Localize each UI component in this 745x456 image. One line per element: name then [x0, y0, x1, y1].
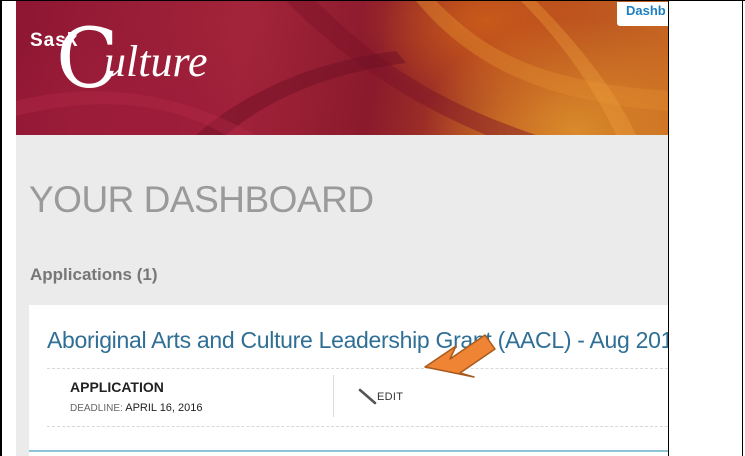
page-title: YOUR DASHBOARD — [29, 179, 374, 220]
application-label: APPLICATION — [70, 379, 164, 395]
browser-viewport: Sask C ulture Dashb YOUR DASHBOARD Appli… — [16, 1, 668, 456]
card-divider-bottom — [47, 426, 668, 427]
deadline-label: DEADLINE: — [70, 403, 123, 414]
application-card: Aboriginal Arts and Culture Leadership G… — [29, 305, 668, 456]
card-bottom-border — [29, 450, 668, 452]
frame-divider — [668, 0, 669, 456]
dashboard-nav-button[interactable]: Dashb — [617, 2, 668, 26]
deadline-date: APRIL 16, 2016 — [125, 402, 203, 414]
deadline-text: DEADLINE: APRIL 16, 2016 — [70, 402, 203, 414]
card-divider-top — [47, 368, 668, 369]
application-title-link[interactable]: Aboriginal Arts and Culture Leadership G… — [47, 327, 668, 354]
applications-heading: Applications (1) — [30, 265, 158, 284]
edit-label: EDIT — [377, 391, 404, 403]
header-banner: Sask C ulture Dashb — [16, 1, 668, 135]
pencil-icon — [358, 388, 377, 405]
card-column-separator — [333, 375, 334, 417]
logo-culture-text: ulture — [104, 37, 208, 86]
frame-top-line — [668, 0, 745, 1]
edit-button[interactable]: EDIT — [347, 387, 417, 405]
